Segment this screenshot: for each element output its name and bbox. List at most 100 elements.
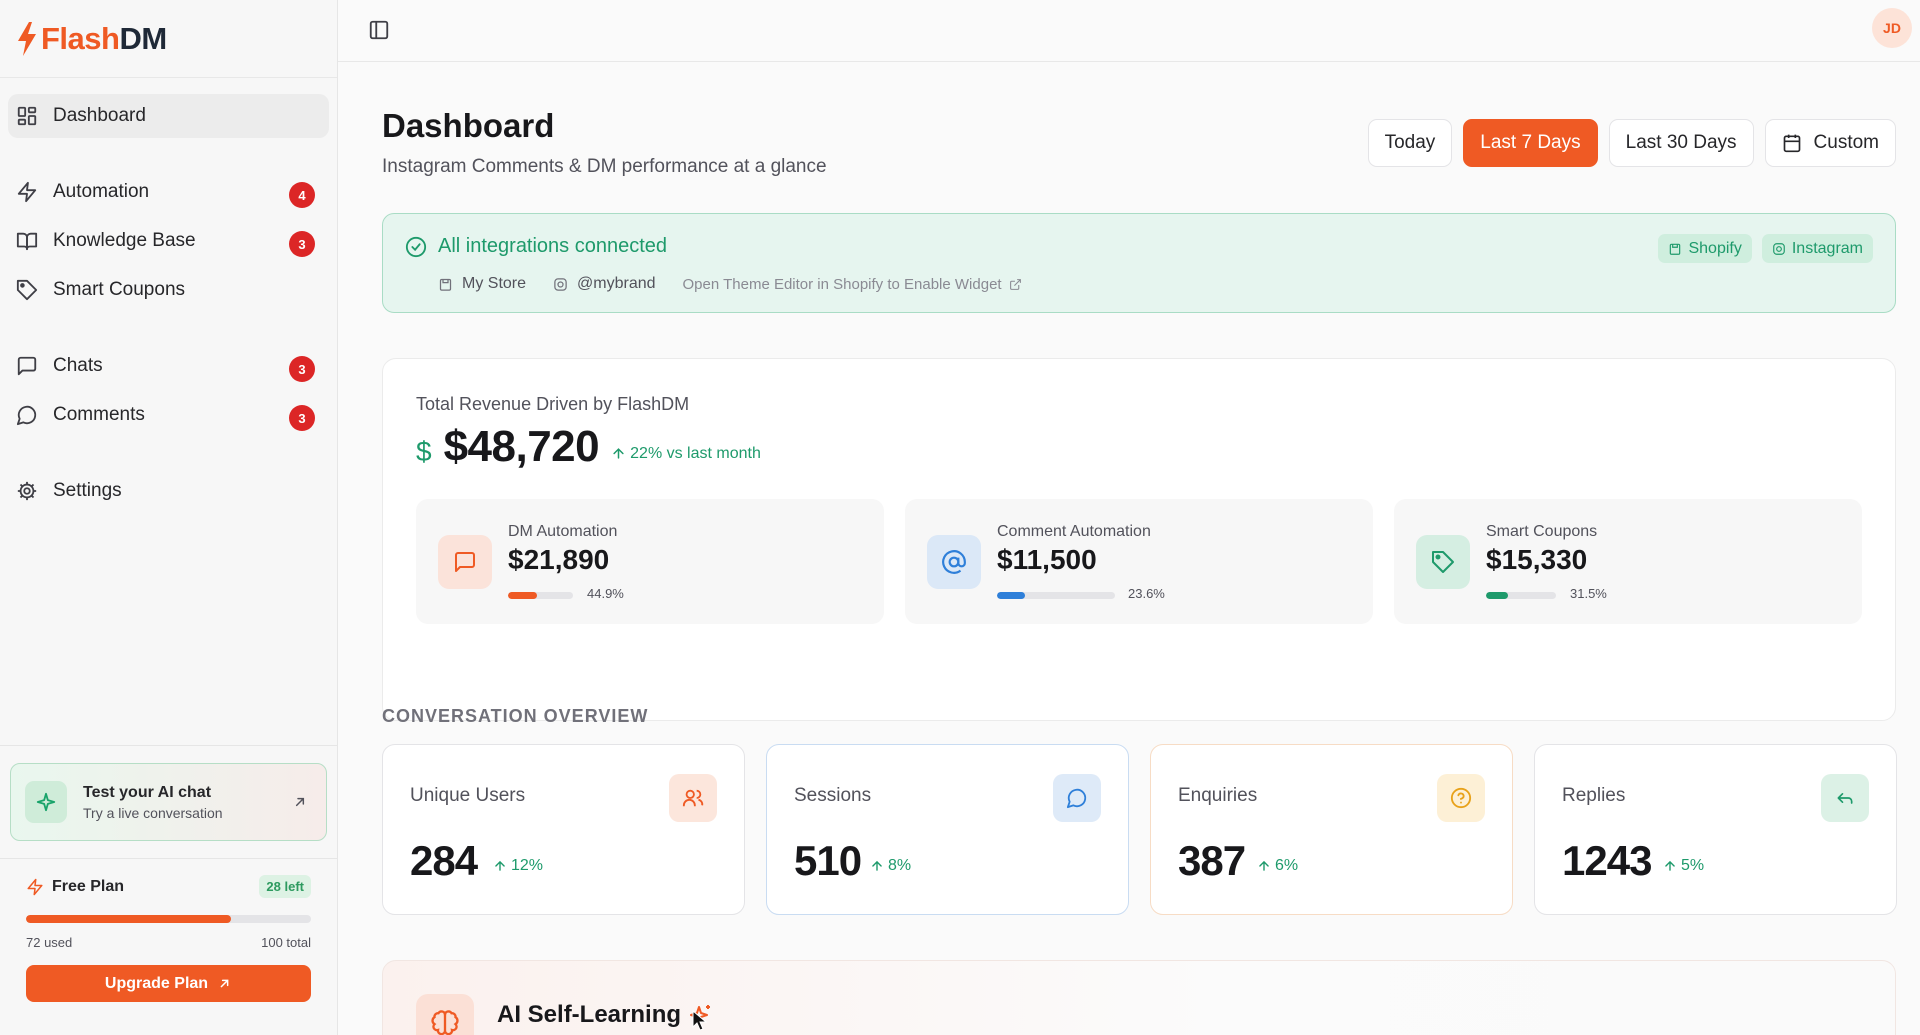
sidebar-toggle-icon[interactable] (368, 19, 390, 41)
message-square-icon (438, 535, 492, 589)
stat-trend-label: 12% (511, 857, 544, 874)
revenue-amount: $48,720 (443, 422, 600, 471)
sidebar-item-label: Chats (53, 355, 103, 376)
ai-self-learning-card: AI Self-Learning (382, 960, 1896, 1035)
sidebar-item-label: Automation (53, 181, 150, 202)
plan-used: 72 used (26, 935, 73, 950)
arrow-up-right-icon (295, 797, 305, 807)
users-icon (669, 774, 717, 822)
plan-progress-bar (26, 915, 311, 923)
stat-card-unique-users[interactable]: Unique Users 284 12% (382, 744, 745, 915)
revenue-card: Total Revenue Driven by FlashDM $ $48,72… (382, 358, 1896, 721)
stat-label: Sessions (794, 785, 872, 806)
test-ai-chat-card[interactable]: Test your AI chat Try a live conversatio… (10, 763, 327, 841)
shopify-tag-label: Shopify (1688, 239, 1742, 257)
sidebar-item-label: Comments (53, 404, 145, 425)
store-name: My Store (462, 275, 527, 292)
help-circle-icon (1437, 774, 1485, 822)
arrow-up-icon (613, 448, 624, 459)
revenue-breakdown-coupons[interactable]: Smart Coupons $15,330 31.5% (1394, 499, 1862, 624)
upgrade-plan-label: Upgrade Plan (104, 974, 209, 992)
logo[interactable]: FlashDM (0, 0, 337, 78)
breakdown-percent: 44.9% (587, 586, 624, 601)
stat-trend-label: 5% (1681, 857, 1705, 874)
sidebar-item-settings[interactable]: Settings (8, 469, 329, 513)
arrow-up-icon (1665, 860, 1675, 871)
theme-editor-link[interactable]: Open Theme Editor in Shopify to Enable W… (683, 276, 1022, 293)
arrow-up-icon (495, 860, 505, 871)
range-last-7-days-button[interactable]: Last 7 Days (1463, 119, 1598, 167)
zap-icon (27, 878, 43, 895)
stat-label: Unique Users (410, 785, 526, 806)
logo-text-flash: Flash (41, 20, 120, 56)
revenue-breakdown-comment[interactable]: Comment Automation $11,500 23.6% (905, 499, 1373, 624)
breakdown-value: $11,500 (997, 544, 1097, 575)
notification-badge: 4 (289, 182, 315, 208)
sidebar-item-chats[interactable]: Chats 3 (8, 344, 329, 388)
notification-badge: 3 (289, 405, 315, 431)
sidebar-footer: Test your AI chat Try a live conversatio… (0, 745, 337, 1002)
instagram-tag[interactable]: Instagram (1761, 234, 1873, 263)
revenue-trend: 22% vs last month (611, 445, 761, 463)
sidebar-item-dashboard[interactable]: Dashboard (8, 94, 329, 138)
plan-usage: Free Plan 28 left 72 used 100 total Upgr… (10, 859, 327, 1002)
instagram-tag-label: Instagram (1791, 239, 1863, 257)
stat-card-replies[interactable]: Replies 1243 5% (1534, 744, 1897, 915)
calendar-icon (1783, 134, 1800, 153)
integrations-status-banner: All integrations connected My Store @myb… (382, 213, 1896, 313)
message-circle-icon (16, 405, 37, 426)
range-custom-label: Custom (1813, 132, 1879, 153)
page-subtitle: Instagram Comments & DM performance at a… (382, 156, 827, 177)
message-circle-icon (1053, 774, 1101, 822)
check-circle-icon (405, 236, 427, 257)
stat-card-enquiries[interactable]: Enquiries 387 6% (1150, 744, 1513, 915)
arrow-up-right-icon (220, 979, 229, 988)
breakdown-value: $15,330 (1486, 544, 1588, 575)
stat-value: 1243 (1562, 837, 1652, 884)
stat-card-sessions[interactable]: Sessions 510 8% (766, 744, 1129, 915)
shopify-tag[interactable]: Shopify (1658, 234, 1752, 263)
stat-value: 387 (1178, 837, 1246, 884)
breakdown-percent: 23.6% (1128, 586, 1165, 601)
stat-trend-label: 6% (1275, 857, 1299, 874)
theme-editor-hint: Open Theme Editor in Shopify to Enable W… (682, 275, 1002, 293)
sidebar-item-label: Knowledge Base (53, 230, 196, 251)
breakdown-percent: 31.5% (1570, 586, 1607, 601)
plan-remaining-badge: 28 left (259, 875, 311, 898)
conversation-stats: Unique Users 284 12% Sessions 510 8% Enq… (382, 744, 1897, 915)
section-title: CONVERSATION OVERVIEW (382, 706, 649, 726)
sidebar-item-automation[interactable]: Automation 4 (8, 170, 329, 214)
stat-value: 284 (410, 837, 478, 884)
upgrade-plan-button[interactable]: Upgrade Plan (26, 965, 311, 1002)
instagram-icon (1773, 242, 1785, 255)
sidebar-item-smart-coupons[interactable]: Smart Coupons (8, 268, 329, 312)
plan-total: 100 total (261, 935, 311, 950)
stat-label: Replies (1562, 785, 1626, 806)
sidebar-item-label: Settings (53, 480, 122, 501)
stat-trend: 6% (1257, 857, 1298, 875)
gear-icon (17, 481, 37, 501)
range-last-30-days-button[interactable]: Last 30 Days (1608, 119, 1754, 167)
bolt-logo-icon (18, 21, 36, 56)
sidebar-item-comments[interactable]: Comments 3 (8, 393, 329, 437)
sidebar-item-label: Smart Coupons (53, 279, 186, 300)
layout-grid-icon (17, 106, 37, 126)
topbar: JD (338, 0, 1920, 62)
range-custom-button[interactable]: Custom (1764, 119, 1896, 167)
at-sign-icon (927, 535, 981, 589)
logo-text-dm: DM (119, 20, 167, 56)
breakdown-progress-bar (1486, 592, 1556, 599)
stat-trend-label: 8% (888, 857, 912, 874)
revenue-breakdown-dm[interactable]: DM Automation $21,890 44.9% (416, 499, 884, 624)
plan-name: Free Plan (52, 877, 125, 895)
avatar[interactable]: JD (1872, 8, 1912, 48)
arrow-up-icon (1259, 860, 1269, 871)
stat-label: Enquiries (1178, 785, 1258, 806)
zap-icon (17, 181, 37, 203)
instagram-handle: @mybrand (577, 275, 656, 292)
sidebar-nav: Dashboard Automation 4 Knowledge Base 3 … (0, 78, 337, 513)
store-icon (439, 278, 452, 291)
book-open-icon (16, 232, 38, 251)
sidebar-item-knowledge-base[interactable]: Knowledge Base 3 (8, 219, 329, 263)
range-today-button[interactable]: Today (1367, 119, 1453, 167)
